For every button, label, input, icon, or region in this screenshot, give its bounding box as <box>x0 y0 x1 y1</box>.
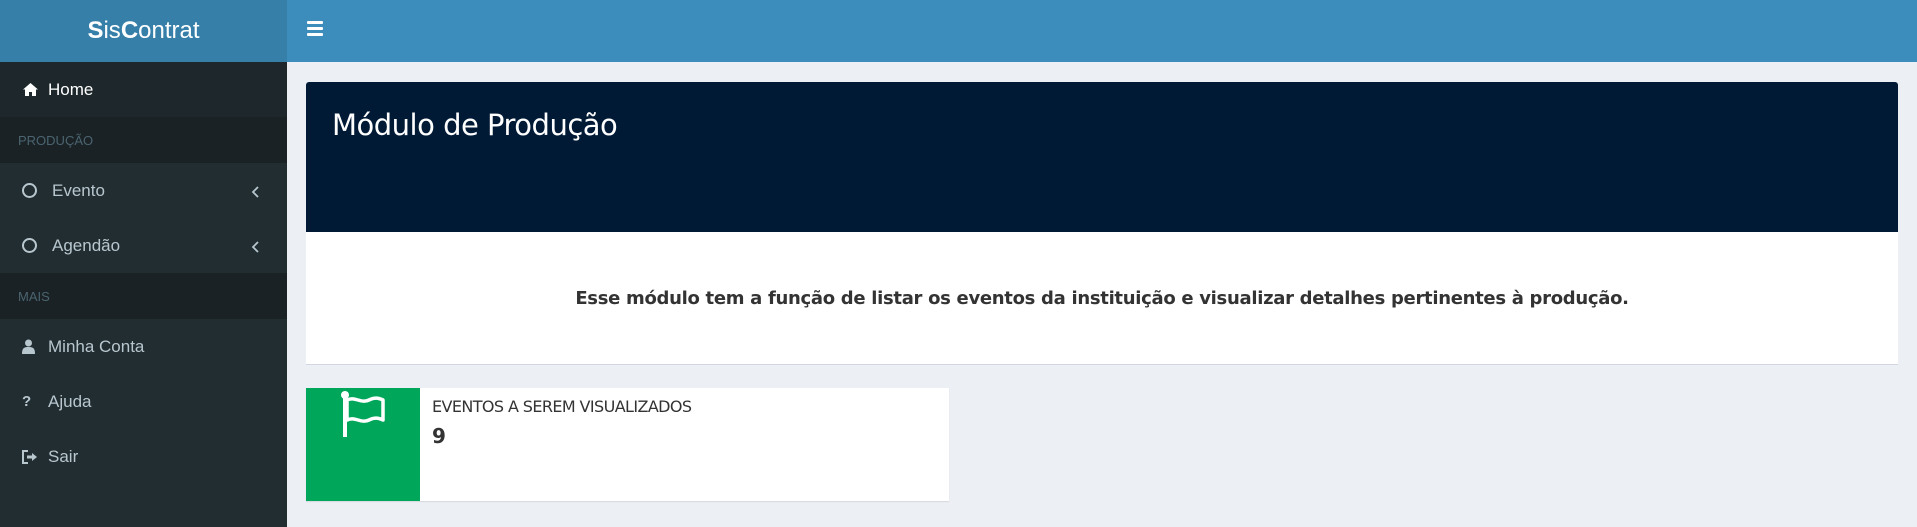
user-icon <box>22 339 48 354</box>
module-description: Esse módulo tem a função de listar os ev… <box>575 287 1629 309</box>
sidebar-item-home[interactable]: Home <box>0 62 287 117</box>
sign-out-icon <box>22 449 48 464</box>
main-content: Módulo de Produção Esse módulo tem a fun… <box>287 62 1917 527</box>
sidebar-item-agendao[interactable]: Agendão <box>0 218 287 273</box>
top-navbar <box>287 0 1917 62</box>
logo-c: C <box>120 17 139 44</box>
module-banner: Módulo de Produção <box>306 82 1898 232</box>
sidebar-item-label: Home <box>48 79 94 99</box>
app-logo[interactable]: Sis Contrat <box>0 0 287 62</box>
circle-icon <box>22 238 48 253</box>
circle-icon <box>22 183 48 198</box>
info-box-number: 9 <box>432 424 446 448</box>
logo-ontrat: ontrat <box>138 17 200 44</box>
sidebar-section-mais: MAIS <box>0 273 287 319</box>
sidebar-item-label: Agendão <box>52 235 121 255</box>
info-box-eventos[interactable]: EVENTOS A SEREM VISUALIZADOS 9 <box>306 388 949 501</box>
sidebar-item-evento[interactable]: Evento <box>0 163 287 218</box>
sidebar-item-minha-conta[interactable]: Minha Conta <box>0 319 287 374</box>
chevron-left-icon <box>249 184 263 198</box>
page-title: Módulo de Produção <box>332 108 618 142</box>
home-icon <box>22 82 48 97</box>
question-icon: ? <box>22 393 32 410</box>
sidebar-item-label: Evento <box>52 180 105 200</box>
sidebar-toggle-icon[interactable] <box>307 21 323 37</box>
sidebar: Sis Contrat Home PRODUÇÃO Evento Agendão … <box>0 0 287 527</box>
flag-icon <box>306 388 420 501</box>
sidebar-item-sair[interactable]: Sair <box>0 429 287 484</box>
logo-s: S <box>87 17 104 44</box>
chevron-left-icon <box>249 239 263 253</box>
sidebar-item-label: Sair <box>48 446 79 466</box>
sidebar-item-ajuda[interactable]: ? Ajuda <box>0 374 287 429</box>
module-description-box: Esse módulo tem a função de listar os ev… <box>306 232 1898 365</box>
info-box-label: EVENTOS A SEREM VISUALIZADOS <box>432 397 692 416</box>
sidebar-section-producao: PRODUÇÃO <box>0 117 287 163</box>
sidebar-item-label: Minha Conta <box>48 336 145 356</box>
logo-is: is <box>103 17 121 44</box>
sidebar-item-label: Ajuda <box>48 391 92 411</box>
